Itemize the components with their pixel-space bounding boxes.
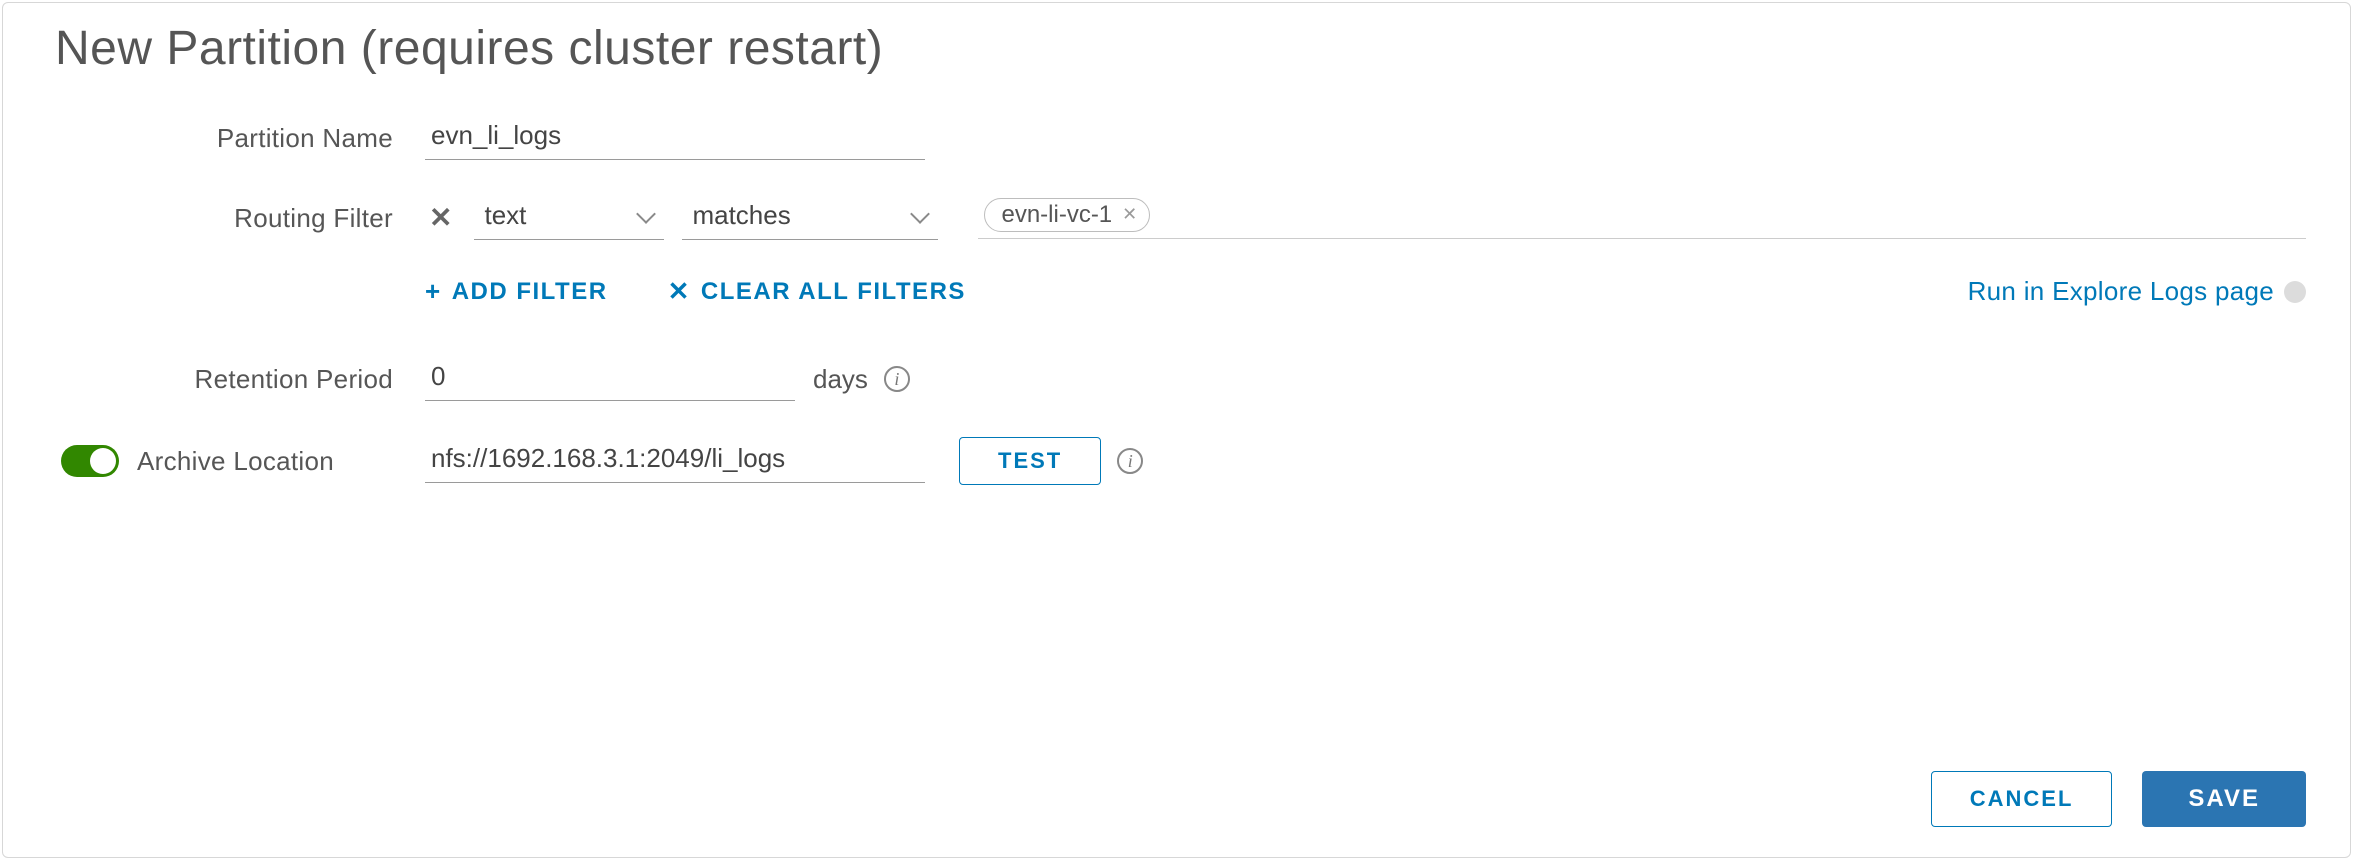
chip-remove-icon[interactable]: ✕ bbox=[1122, 204, 1137, 225]
plus-icon: + bbox=[425, 276, 442, 307]
archive-location-input[interactable] bbox=[425, 439, 925, 483]
filter-operator-value: matches bbox=[692, 200, 790, 231]
info-icon[interactable]: i bbox=[1117, 448, 1143, 474]
chevron-down-icon bbox=[910, 205, 932, 227]
run-explore-link[interactable]: Run in Explore Logs page bbox=[1968, 276, 2306, 307]
retention-input[interactable] bbox=[425, 357, 795, 401]
footer-actions: CANCEL SAVE bbox=[1931, 771, 2306, 827]
chevron-down-icon bbox=[636, 205, 658, 227]
archive-toggle[interactable] bbox=[61, 445, 119, 477]
save-button[interactable]: SAVE bbox=[2142, 771, 2306, 827]
row-filter-actions: + ADD FILTER ✕ CLEAR ALL FILTERS Run in … bbox=[55, 276, 2306, 307]
new-partition-card: New Partition (requires cluster restart)… bbox=[2, 2, 2351, 858]
label-routing-filter: Routing Filter bbox=[55, 203, 425, 234]
filter-field-value: text bbox=[484, 200, 526, 231]
add-filter-label: ADD FILTER bbox=[452, 278, 608, 306]
run-explore-label: Run in Explore Logs page bbox=[1968, 276, 2274, 307]
info-icon[interactable]: i bbox=[884, 366, 910, 392]
clear-filters-label: CLEAR ALL FILTERS bbox=[701, 278, 966, 306]
remove-filter-icon[interactable]: ✕ bbox=[425, 204, 456, 232]
cancel-button[interactable]: CANCEL bbox=[1931, 771, 2113, 827]
filter-field-select[interactable]: text bbox=[474, 196, 664, 240]
routing-filter-controls: ✕ text matches evn-li-vc-1 ✕ bbox=[425, 196, 2306, 240]
close-icon: ✕ bbox=[668, 276, 691, 307]
test-button[interactable]: TEST bbox=[959, 437, 1101, 485]
label-archive: Archive Location bbox=[137, 446, 334, 477]
filter-value-chip[interactable]: evn-li-vc-1 ✕ bbox=[984, 198, 1150, 232]
row-archive: Archive Location TEST i bbox=[55, 437, 2306, 485]
label-retention: Retention Period bbox=[55, 364, 425, 395]
filter-actions: + ADD FILTER ✕ CLEAR ALL FILTERS Run in … bbox=[425, 276, 2306, 307]
label-partition-name: Partition Name bbox=[55, 123, 425, 154]
filter-value-input[interactable]: evn-li-vc-1 ✕ bbox=[978, 198, 2306, 239]
arrow-right-circle-icon bbox=[2284, 281, 2306, 303]
row-retention: Retention Period days i bbox=[55, 357, 2306, 401]
clear-filters-button[interactable]: ✕ CLEAR ALL FILTERS bbox=[668, 276, 966, 307]
add-filter-button[interactable]: + ADD FILTER bbox=[425, 276, 608, 307]
label-archive-wrap: Archive Location bbox=[55, 445, 425, 477]
row-routing-filter: Routing Filter ✕ text matches evn-li-vc-… bbox=[55, 196, 2306, 240]
page-title: New Partition (requires cluster restart) bbox=[55, 21, 2306, 76]
filter-chip-label: evn-li-vc-1 bbox=[1001, 201, 1112, 229]
row-partition-name: Partition Name bbox=[55, 116, 2306, 160]
retention-unit: days bbox=[813, 364, 868, 395]
filter-operator-select[interactable]: matches bbox=[682, 196, 938, 240]
partition-name-input[interactable] bbox=[425, 116, 925, 160]
